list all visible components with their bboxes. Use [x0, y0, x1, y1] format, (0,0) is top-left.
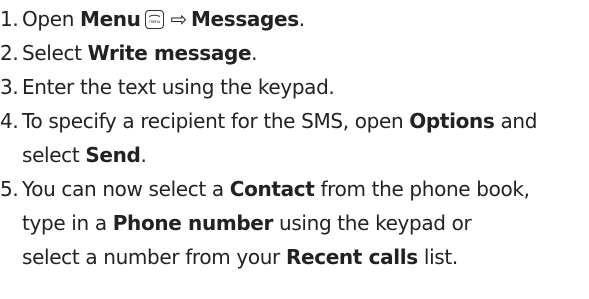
text-segment: To specify a recipient for the SMS, open — [22, 109, 410, 133]
menu-key-icon: menu — [144, 10, 164, 29]
text-segment: . — [298, 7, 305, 31]
text-segment: and — [494, 109, 538, 133]
step-number: 3. — [0, 75, 19, 99]
step-4: 4. To specify a recipient for the SMS, o… — [0, 104, 537, 172]
contact-label: Contact — [229, 177, 315, 201]
messages-label: Messages — [191, 7, 299, 31]
text-segment: list. — [417, 245, 458, 269]
step-line: Open Menu menu ⇨ Messages. — [22, 2, 305, 36]
step-line: Enter the text using the keypad. — [22, 75, 335, 99]
step-text: Enter the text using the keypad. — [22, 70, 335, 104]
step-line: select a number from your Recent calls l… — [22, 240, 530, 274]
step-2: 2. Select Write message. — [0, 36, 537, 70]
step-text: Select Write message. — [22, 36, 258, 70]
step-text: You can now select a Contact from the ph… — [22, 172, 530, 274]
recent-calls-label: Recent calls — [285, 245, 418, 269]
step-number: 5. — [0, 177, 19, 201]
step-line: type in a Phone number using the keypad … — [22, 206, 530, 240]
step-number: 1. — [0, 7, 19, 31]
steps-list: 1. Open Menu menu ⇨ Messages. 2. Select Wri… — [0, 2, 537, 274]
text-segment: type in a — [22, 211, 113, 235]
write-message-label: Write message — [87, 41, 252, 65]
step-1: 1. Open Menu menu ⇨ Messages. — [0, 2, 537, 36]
instruction-page: 1. Open Menu menu ⇨ Messages. 2. Select Wri… — [0, 0, 589, 299]
menu-label: Menu — [80, 7, 141, 31]
step-line: To specify a recipient for the SMS, open… — [22, 104, 537, 138]
step-line: select Send. — [22, 138, 537, 172]
step-3: 3. Enter the text using the keypad. — [0, 70, 537, 104]
text-segment: from the phone book, — [314, 177, 530, 201]
svg-text:menu: menu — [149, 19, 160, 24]
step-number: 4. — [0, 109, 19, 133]
step-line: Select Write message. — [22, 36, 258, 70]
text-segment: using the keypad or — [273, 211, 472, 235]
text-segment: select — [22, 143, 86, 167]
text-segment: You can now select a — [22, 177, 230, 201]
text-segment: Select — [22, 41, 88, 65]
step-text: Open Menu menu ⇨ Messages. — [22, 2, 305, 36]
text-segment: . — [251, 41, 258, 65]
step-text: To specify a recipient for the SMS, open… — [22, 104, 537, 172]
step-line: You can now select a Contact from the ph… — [22, 172, 530, 206]
step-5: 5. You can now select a Contact from the… — [0, 172, 537, 274]
text-segment: . — [140, 143, 147, 167]
text-segment: select a number from your — [22, 245, 286, 269]
text-segment: Open — [22, 7, 81, 31]
options-label: Options — [409, 109, 495, 133]
send-label: Send — [85, 143, 141, 167]
step-number: 2. — [0, 41, 19, 65]
arrow-icon: ⇨ — [170, 7, 188, 31]
phone-number-label: Phone number — [112, 211, 274, 235]
